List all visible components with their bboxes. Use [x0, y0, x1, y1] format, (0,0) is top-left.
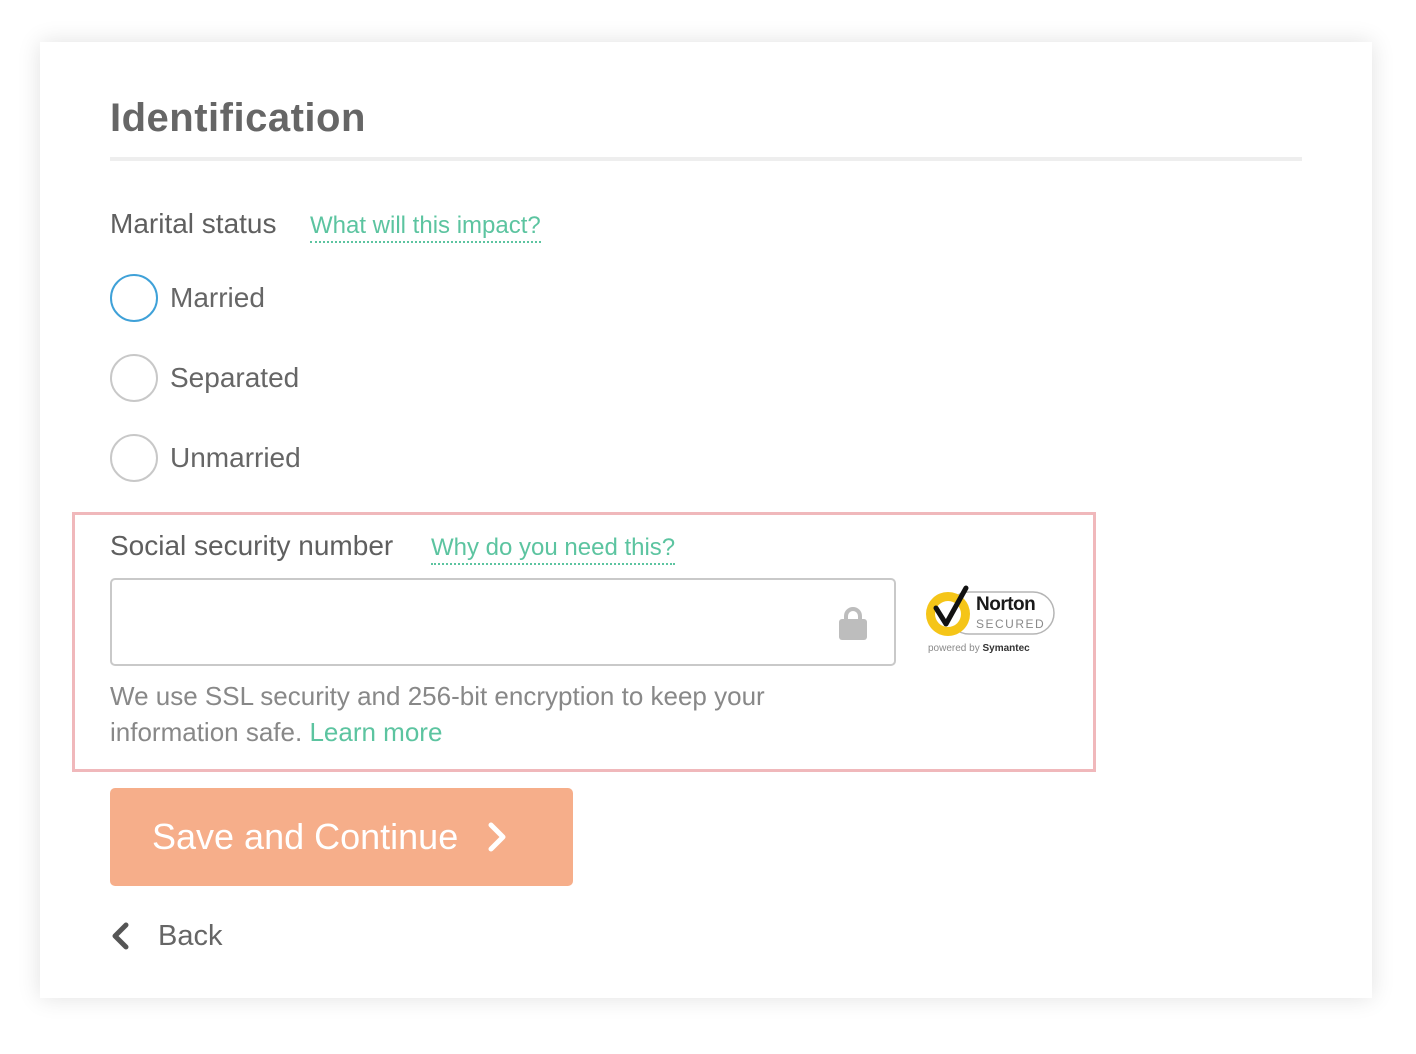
chevron-left-icon: [112, 922, 129, 950]
ssn-why-link[interactable]: Why do you need this?: [431, 534, 676, 565]
radio-label-unmarried: Unmarried: [170, 442, 301, 473]
radio-button-separated[interactable]: [110, 354, 158, 402]
save-and-continue-button[interactable]: Save and Continue: [110, 788, 573, 886]
radio-label-married: Married: [170, 282, 265, 313]
back-label: Back: [158, 919, 223, 952]
marital-status-label: Marital status: [110, 208, 277, 239]
norton-secured-badge: Norton SECURED powered by Symantec: [922, 584, 1058, 658]
marital-impact-link[interactable]: What will this impact?: [310, 212, 541, 243]
powered-brand: Symantec: [982, 643, 1030, 654]
powered-prefix: powered by: [928, 643, 980, 654]
title-divider: [110, 157, 1302, 161]
norton-powered-by: powered by Symantec: [928, 643, 1030, 654]
norton-brand: Norton: [976, 594, 1036, 615]
learn-more-link[interactable]: Learn more: [309, 717, 442, 747]
page-title: Identification: [110, 96, 366, 140]
radio-option-separated[interactable]: Separated: [110, 354, 299, 402]
radio-option-married[interactable]: Married: [110, 274, 265, 322]
chevron-right-icon: [488, 822, 506, 852]
ssn-label: Social security number: [110, 530, 394, 561]
lock-icon: [839, 607, 867, 640]
ssn-input[interactable]: [112, 580, 894, 664]
ssn-field[interactable]: [110, 578, 896, 666]
radio-option-unmarried[interactable]: Unmarried: [110, 434, 301, 482]
back-button[interactable]: Back: [110, 916, 222, 956]
radio-label-separated: Separated: [170, 362, 300, 393]
norton-secured-text: SECURED: [976, 617, 1046, 631]
save-button-label: Save and Continue: [152, 816, 459, 857]
ssn-security-note: We use SSL security and 256-bit encrypti…: [110, 678, 830, 750]
radio-button-married[interactable]: [110, 274, 158, 322]
radio-button-unmarried[interactable]: [110, 434, 158, 482]
